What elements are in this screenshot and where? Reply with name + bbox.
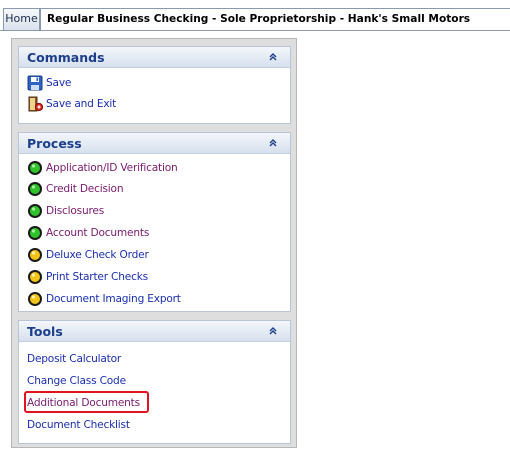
process-item-label: Document Imaging Export (46, 293, 181, 305)
process-item-label: Account Documents (46, 227, 150, 239)
tool-label: Change Class Code (27, 375, 126, 387)
green-status-light-icon (27, 203, 43, 219)
task-sidebar: Commands Save Save and Exit Process Appl… (11, 38, 297, 448)
command-save-and-exit[interactable]: Save and Exit (27, 95, 116, 113)
process-item-label: Print Starter Checks (46, 271, 148, 283)
collapse-chevron-icon[interactable] (266, 324, 280, 338)
collapse-chevron-icon[interactable] (266, 50, 280, 64)
tab-strip: Home Regular Business Checking - Sole Pr… (0, 0, 510, 32)
command-label: Save and Exit (46, 98, 117, 110)
tab-account[interactable]: Regular Business Checking - Sole Proprie… (40, 8, 510, 30)
process-item-application-id-verification[interactable]: Application/ID Verification (27, 159, 178, 177)
process-item-account-documents[interactable]: Account Documents (27, 224, 149, 242)
tool-change-class-code[interactable]: Change Class Code (27, 372, 126, 390)
commands-panel: Commands Save Save and Exit (18, 46, 291, 124)
floppy-disk-icon (27, 75, 43, 91)
process-item-disclosures[interactable]: Disclosures (27, 202, 104, 220)
process-item-document-imaging-export[interactable]: Document Imaging Export (27, 290, 181, 308)
tool-deposit-calculator[interactable]: Deposit Calculator (27, 350, 121, 368)
command-save[interactable]: Save (27, 74, 71, 92)
process-panel-header[interactable]: Process (19, 133, 290, 154)
process-item-label: Deluxe Check Order (46, 249, 149, 261)
green-status-light-icon (27, 181, 43, 197)
tools-title: Tools (27, 324, 63, 339)
tab-home[interactable]: Home (3, 8, 40, 30)
tab-divider (0, 30, 510, 31)
process-item-label: Application/ID Verification (46, 162, 178, 174)
process-item-credit-decision[interactable]: Credit Decision (27, 180, 124, 198)
tools-panel: Tools Deposit Calculator Change Class Co… (18, 320, 291, 444)
yellow-status-light-icon (27, 247, 43, 263)
tool-document-checklist[interactable]: Document Checklist (27, 416, 130, 434)
exit-door-icon (27, 96, 44, 112)
process-item-label: Disclosures (46, 205, 105, 217)
process-item-deluxe-check-order[interactable]: Deluxe Check Order (27, 246, 149, 264)
process-item-label: Credit Decision (46, 183, 124, 195)
yellow-status-light-icon (27, 269, 43, 285)
tool-additional-documents[interactable]: Additional Documents (24, 391, 149, 413)
highlight-box (24, 391, 149, 413)
process-title: Process (27, 136, 82, 151)
tool-label: Deposit Calculator (27, 353, 122, 365)
tools-panel-header[interactable]: Tools (19, 321, 290, 342)
process-panel: Process Application/ID Verification Cred… (18, 132, 291, 312)
commands-title: Commands (27, 50, 105, 65)
commands-panel-header[interactable]: Commands (19, 47, 290, 68)
collapse-chevron-icon[interactable] (266, 136, 280, 150)
yellow-status-light-icon (27, 291, 43, 307)
tool-label: Document Checklist (27, 419, 130, 431)
green-status-light-icon (27, 160, 43, 176)
green-status-light-icon (27, 225, 43, 241)
command-label: Save (46, 77, 72, 89)
process-item-print-starter-checks[interactable]: Print Starter Checks (27, 268, 148, 286)
